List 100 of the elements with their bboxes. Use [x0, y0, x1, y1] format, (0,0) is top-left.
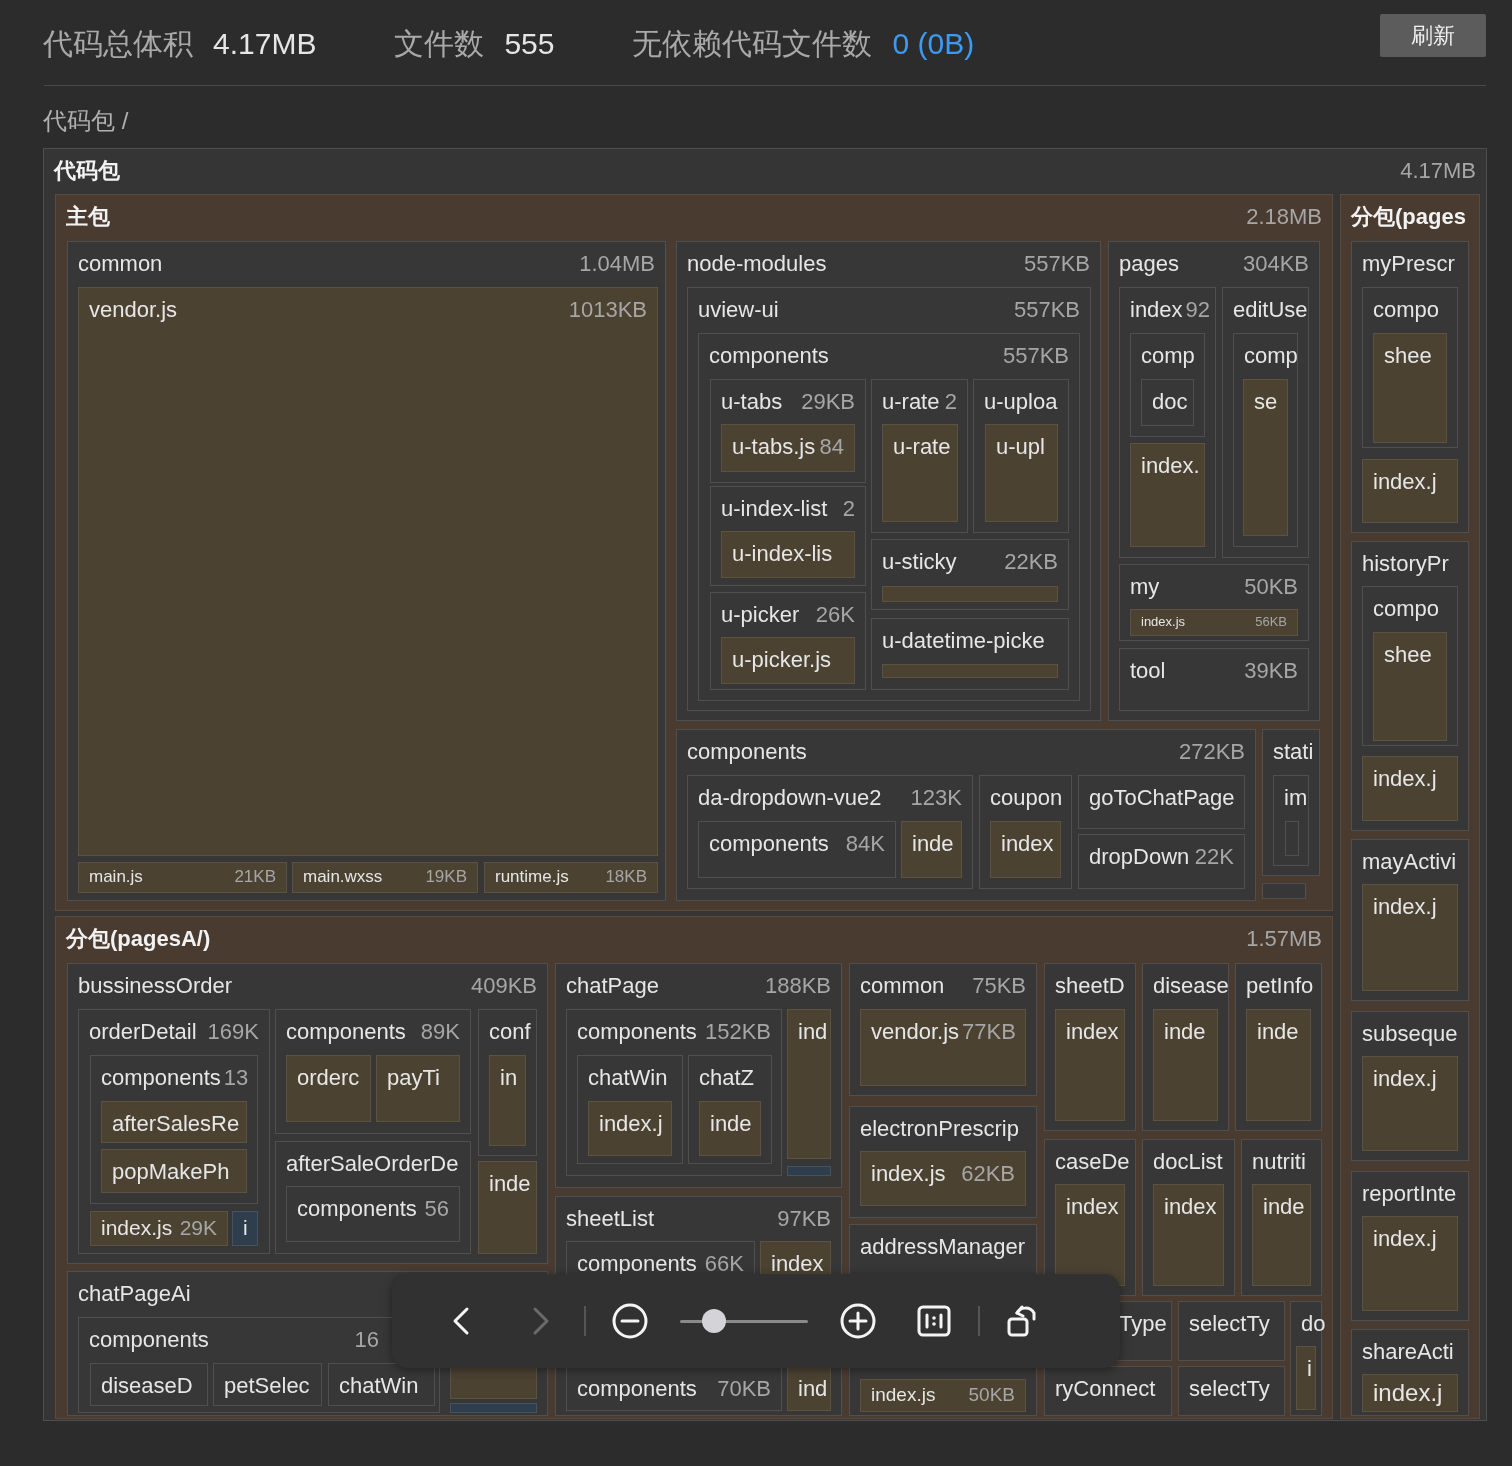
file-block[interactable]: ind — [787, 1009, 831, 1159]
folder-block[interactable]: components 557KB u-tabs 29KB u-tabs.js 84 u-index-list 2 u-index-lis u-picker 26K u-picker.js u-rate 2 u-rate u-uploa u-upl u-sticky 22KB u-datetime-picke — [698, 333, 1080, 701]
file-block[interactable]: in — [489, 1055, 526, 1146]
folder-block[interactable]: nutriti inde — [1241, 1139, 1322, 1296]
file-block[interactable]: index. — [1130, 443, 1205, 547]
folder-block[interactable]: orderDetail 169K components 13 afterSalesRe popMakePh index.js 29K i — [78, 1009, 270, 1254]
folder-block[interactable]: docList index — [1142, 1139, 1235, 1296]
file-block[interactable]: inde — [1153, 1009, 1218, 1121]
folder-block[interactable]: tool 39KB — [1119, 648, 1309, 711]
file-block[interactable]: index.j — [588, 1101, 672, 1156]
folder-block[interactable]: chatWin — [328, 1363, 435, 1406]
asset-block[interactable]: i — [232, 1211, 258, 1246]
folder-block[interactable]: disease inde — [1142, 963, 1229, 1131]
file-block[interactable]: u-tabs.js 84 — [721, 424, 855, 472]
folder-block[interactable]: selectTy — [1178, 1301, 1285, 1361]
folder-block[interactable]: da-dropdown-vue2 123K components 84K inde — [687, 775, 973, 889]
file-block[interactable]: index — [1153, 1184, 1224, 1286]
file-block[interactable]: index.js 50KB — [860, 1379, 1026, 1412]
folder-block[interactable]: doc — [1141, 379, 1194, 426]
folder-block[interactable]: compo shee — [1362, 287, 1458, 448]
folder-block[interactable]: comp se — [1233, 333, 1298, 547]
folder-block[interactable]: ryConnect — [1044, 1366, 1172, 1416]
file-block[interactable]: popMakePh — [101, 1149, 247, 1193]
folder-block[interactable]: chatPage 188KB components 152KB chatWin index.j chatZ inde ind — [555, 963, 842, 1188]
file-block[interactable]: index — [1055, 1009, 1125, 1121]
folder-block[interactable]: components 272KB da-dropdown-vue2 123K components 84K inde coupon index goToChatPage dropDown 22K — [676, 729, 1256, 901]
folder-block[interactable]: u-tabs 29KB u-tabs.js 84 — [710, 379, 866, 483]
folder-block[interactable]: reportInte index.j — [1351, 1171, 1469, 1321]
folder-block[interactable]: u-sticky 22KB — [871, 539, 1069, 610]
file-block[interactable]: index.j — [1362, 1056, 1458, 1151]
folder-block[interactable]: petInfo inde — [1235, 963, 1322, 1131]
folder-block[interactable]: stati im — [1262, 729, 1320, 876]
file-block[interactable]: index.j — [1362, 1374, 1458, 1412]
file-block[interactable]: vendor.js77KB — [860, 1009, 1026, 1086]
folder-block[interactable]: u-picker 26K u-picker.js — [710, 592, 866, 690]
zoom-in-button[interactable] — [838, 1301, 878, 1341]
folder-block[interactable]: coupon index — [979, 775, 1072, 889]
file-block[interactable]: inde — [1252, 1184, 1311, 1286]
file-block[interactable]: index.js 62KB — [860, 1151, 1026, 1206]
folder-block[interactable]: compo shee — [1362, 586, 1458, 746]
folder-block[interactable]: node-modules 557KB uview-ui 557KB components 557KB u-tabs 29KB u-tabs.js 84 u-index-list 2 u-index-lis u-picker 26K u-picker.js u-rate 2 u-rate u-uploa u-upl u-sticky 22KB u-datetime-picke — [676, 241, 1101, 721]
file-block[interactable]: inde — [478, 1161, 537, 1254]
file-block[interactable]: main.wxss 19KB — [292, 862, 478, 893]
file-block[interactable]: shee — [1373, 333, 1447, 443]
folder-block[interactable]: diseaseD — [90, 1363, 208, 1406]
folder-block[interactable]: components 13 afterSalesRe popMakePh — [90, 1055, 258, 1204]
file-block[interactable]: ind — [787, 1366, 831, 1411]
folder-block[interactable]: mayActivi index.j — [1351, 839, 1469, 1001]
file-block[interactable]: u-upl — [985, 424, 1058, 522]
folder-block[interactable]: electronPrescrip index.js 62KB — [849, 1106, 1037, 1218]
folder-block[interactable]: my 50KB index.js 56KB — [1119, 564, 1309, 641]
file-block[interactable]: u-rate — [882, 424, 958, 522]
file-block[interactable]: index.js 56KB — [1130, 609, 1298, 636]
package-block[interactable] — [55, 194, 1333, 911]
folder-block[interactable]: components 152KB chatWin index.j chatZ inde — [566, 1009, 782, 1176]
file-block[interactable]: vendor.js 1013KB — [78, 287, 658, 856]
folder-block[interactable]: chatZ inde — [688, 1055, 772, 1164]
folder-block[interactable]: editUse comp se — [1222, 287, 1309, 558]
file-block[interactable]: u-index-lis — [721, 531, 855, 578]
folder-block[interactable]: im — [1273, 775, 1309, 866]
file-block[interactable]: main.js 21KB — [78, 862, 287, 893]
folder-block[interactable]: components 70KB — [566, 1366, 782, 1411]
summary-link[interactable]: 0 (0B) — [892, 27, 975, 61]
folder-block[interactable]: common 1.04MB vendor.js 1013KB main.js 21KB main.wxss 19KB runtime.js 18KB — [67, 241, 666, 901]
folder-block[interactable]: components 56 — [286, 1186, 460, 1242]
file-block[interactable]: se — [1243, 379, 1288, 536]
file-block[interactable]: i — [1296, 1346, 1316, 1410]
zoom-slider[interactable] — [680, 1309, 808, 1333]
folder-block[interactable]: u-datetime-picke — [871, 618, 1069, 690]
file-block[interactable]: orderc — [286, 1055, 371, 1122]
folder-block[interactable]: u-rate 2 u-rate — [871, 379, 968, 533]
package-block[interactable]: 分包(pages myPrescr compo shee index.j historyPr compo shee index.j mayActivi index.j subseque index.j reportInte index.j shareActi index.j — [1340, 194, 1480, 1419]
file-block[interactable]: inde — [699, 1101, 761, 1156]
folder-block[interactable]: components 89K orderc payTi — [275, 1009, 471, 1134]
file-block[interactable]: index.j — [1362, 884, 1458, 991]
folder-block[interactable]: u-uploa u-upl — [973, 379, 1069, 533]
folder-block[interactable]: afterSaleOrderDe components 56 — [275, 1141, 471, 1254]
folder-block[interactable]: uview-ui 557KB components 557KB u-tabs 29KB u-tabs.js 84 u-index-list 2 u-index-lis u-picker 26K u-picker.js u-rate 2 u-rate u-uploa u-upl u-sticky 22KB u-datetime-picke — [687, 287, 1091, 711]
folder-block[interactable]: pages 304KB index92 comp doc index. editUse comp se my 50KB index.js 56KB tool 39KB — [1108, 241, 1320, 721]
zoom-out-button[interactable] — [610, 1301, 650, 1341]
file-block[interactable]: index.j — [1362, 1216, 1458, 1311]
file-block[interactable]: index — [990, 821, 1061, 878]
folder-block[interactable]: petSelec — [213, 1363, 322, 1406]
folder-block[interactable]: subseque index.j — [1351, 1011, 1469, 1161]
folder-block[interactable]: sheetD index — [1044, 963, 1136, 1131]
folder-block[interactable]: goToChatPage — [1078, 775, 1245, 829]
file-block[interactable]: runtime.js 18KB — [484, 862, 658, 893]
folder-block[interactable]: chatWin index.j — [577, 1055, 683, 1164]
file-block[interactable]: index.j — [1362, 459, 1458, 523]
file-block[interactable]: afterSalesRe — [101, 1101, 247, 1143]
file-block[interactable]: inde — [1246, 1009, 1311, 1121]
folder-block[interactable]: selectTy — [1178, 1366, 1285, 1416]
file-block[interactable]: inde — [901, 821, 962, 878]
refresh-button[interactable]: 刷新 — [1380, 14, 1486, 57]
folder-block[interactable]: common 75KB vendor.js77KB — [849, 963, 1037, 1096]
folder-block[interactable]: components 84K — [698, 821, 896, 878]
file-block[interactable]: index.j — [1362, 756, 1458, 821]
file-block[interactable]: payTi — [376, 1055, 460, 1122]
folder-block[interactable]: comp doc — [1130, 333, 1205, 437]
file-block[interactable]: shee — [1373, 632, 1447, 741]
